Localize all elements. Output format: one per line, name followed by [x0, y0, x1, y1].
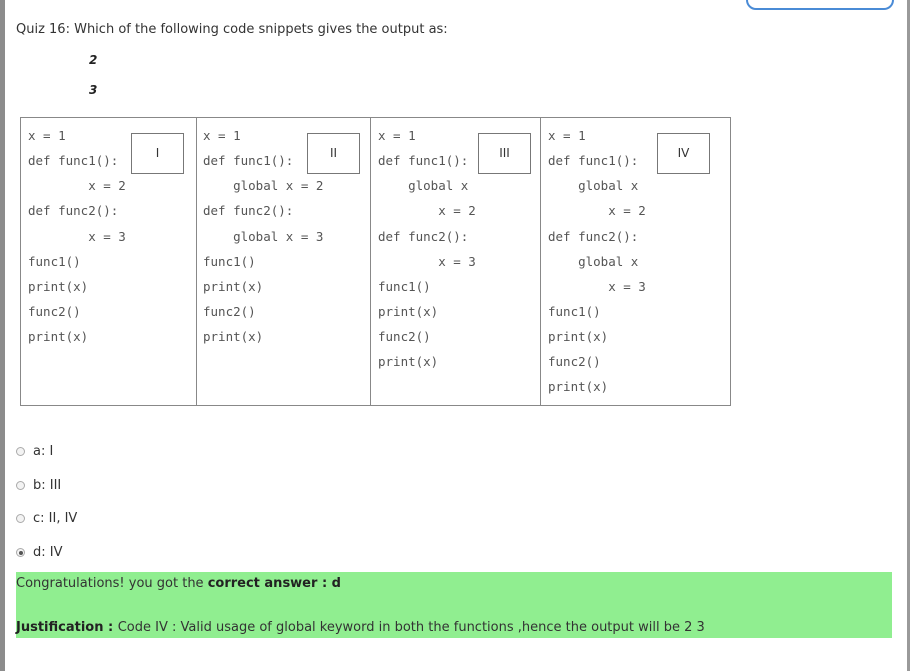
code-line: global x [378, 178, 469, 193]
code-line: def func1(): [203, 153, 294, 168]
right-border [907, 0, 910, 671]
code-line: x = 2 [378, 203, 476, 218]
code-line: x = 2 [28, 178, 126, 193]
radio-button-selected[interactable] [16, 548, 25, 557]
option-a[interactable]: a: I [16, 444, 53, 459]
code-line: func2() [548, 354, 601, 369]
code-line: x = 1 [28, 128, 66, 143]
code-line: def func2(): [378, 229, 469, 244]
code-line: print(x) [203, 279, 264, 294]
code-line: x = 3 [548, 279, 646, 294]
code-line: global x = 2 [203, 178, 324, 193]
code-line: x = 3 [28, 229, 126, 244]
snippet-column-i: x = 1 def func1(): x = 2 def func2(): x … [21, 118, 196, 405]
code-line: global x [548, 178, 639, 193]
code-line: x = 2 [548, 203, 646, 218]
left-border [0, 0, 5, 671]
expected-output-line-1: 2 [89, 53, 98, 67]
congrats-prefix: Congratulations! you got the [16, 576, 208, 591]
duration-pill [746, 0, 894, 10]
code-line: print(x) [548, 329, 609, 344]
justification: Justification : Code IV : Valid usage of… [16, 620, 705, 635]
snippet-column-iv: x = 1 def func1(): global x x = 2 def fu… [540, 118, 731, 405]
option-b[interactable]: b: III [16, 478, 61, 493]
code-line: func1() [378, 279, 431, 294]
code-line: x = 1 [203, 128, 241, 143]
correct-answer-text: correct answer : d [207, 576, 341, 591]
code-line: def func2(): [28, 203, 119, 218]
code-line: print(x) [203, 329, 264, 344]
code-line: x = 1 [378, 128, 416, 143]
option-label: b: III [33, 478, 62, 493]
result-panel: Congratulations! you got the correct ans… [16, 572, 892, 638]
justification-text: Code IV : Valid usage of global keyword … [117, 620, 705, 635]
code-line: func1() [203, 254, 256, 269]
code-line: x = 1 [548, 128, 586, 143]
code-line: def func1(): [28, 153, 119, 168]
radio-button[interactable] [16, 481, 25, 490]
code-line: func2() [203, 304, 256, 319]
code-line: func1() [548, 304, 601, 319]
code-line: global x [548, 254, 639, 269]
code-line: print(x) [378, 304, 439, 319]
snippet-table: x = 1 def func1(): x = 2 def func2(): x … [20, 117, 731, 406]
radio-button[interactable] [16, 514, 25, 523]
option-label: c: II, IV [33, 511, 78, 526]
code-line: print(x) [28, 279, 89, 294]
option-d[interactable]: d: IV [16, 545, 63, 560]
question-text: Quiz 16: Which of the following code sni… [16, 22, 448, 37]
code-line: func2() [378, 329, 431, 344]
justification-label: Justification : [16, 620, 118, 635]
expected-output-line-2: 3 [89, 83, 98, 97]
congrats-message: Congratulations! you got the correct ans… [16, 576, 341, 591]
snippet-label-iv: IV [657, 133, 710, 174]
snippet-column-iii: x = 1 def func1(): global x x = 2 def fu… [370, 118, 541, 405]
code-line: def func2(): [548, 229, 639, 244]
code-line: print(x) [548, 379, 609, 394]
code-line: def func1(): [548, 153, 639, 168]
option-label: a: I [33, 444, 54, 459]
snippet-label-iii: III [478, 133, 531, 174]
code-line: print(x) [378, 354, 439, 369]
code-line: print(x) [28, 329, 89, 344]
radio-button[interactable] [16, 447, 25, 456]
snippet-label-i: I [131, 133, 184, 174]
option-c[interactable]: c: II, IV [16, 511, 77, 526]
code-line: global x = 3 [203, 229, 324, 244]
code-line: func2() [28, 304, 81, 319]
code-line: def func1(): [378, 153, 469, 168]
code-line: x = 3 [378, 254, 476, 269]
snippet-label-ii: II [307, 133, 360, 174]
code-line: def func2(): [203, 203, 294, 218]
code-line: func1() [28, 254, 81, 269]
option-label: d: IV [33, 545, 63, 560]
snippet-column-ii: x = 1 def func1(): global x = 2 def func… [196, 118, 371, 405]
